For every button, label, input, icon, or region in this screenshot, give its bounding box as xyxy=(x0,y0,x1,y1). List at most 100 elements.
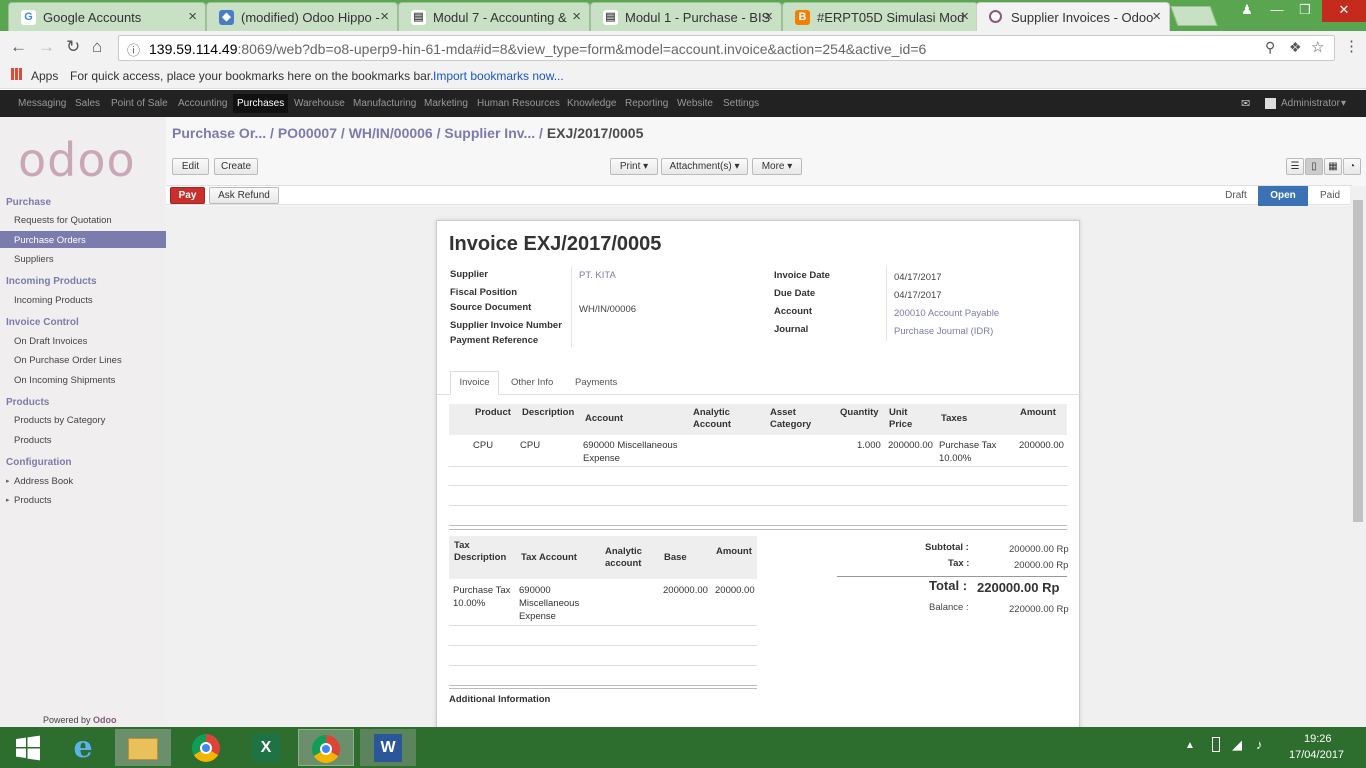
back-icon[interactable]: ← xyxy=(10,37,27,57)
menu-human-resources[interactable]: Human Resources xyxy=(477,98,560,109)
page-scrollbar[interactable] xyxy=(1350,186,1366,727)
browser-tab-active[interactable]: Supplier Invoices - Odoo × xyxy=(976,2,1170,32)
home-icon[interactable]: ⌂ xyxy=(92,37,102,57)
menu-purchases[interactable]: Purchases xyxy=(233,94,289,113)
menu-sales[interactable]: Sales xyxy=(75,98,100,109)
sidebar-item-on-purchase-order-lines[interactable]: On Purchase Order Lines xyxy=(14,355,122,366)
journal-value[interactable]: Purchase Journal (IDR) xyxy=(894,326,993,337)
menu-marketing[interactable]: Marketing xyxy=(424,98,468,109)
sidebar-item-purchase-orders[interactable]: Purchase Orders xyxy=(14,235,86,246)
chrome-icon[interactable] xyxy=(178,729,234,766)
internet-explorer-icon[interactable]: e xyxy=(55,729,111,766)
file-explorer-icon[interactable] xyxy=(115,729,171,766)
chrome-active-icon[interactable] xyxy=(298,729,354,766)
menu-icon[interactable]: ⋮ xyxy=(1344,37,1359,55)
sidebar-item-products-by-category[interactable]: Products by Category xyxy=(14,415,105,426)
tab-payments[interactable]: Payments xyxy=(575,377,617,388)
odoo-logo[interactable]: odoo xyxy=(18,133,136,187)
caret-down-icon: ▾ xyxy=(734,161,740,172)
menu-point-of-sale[interactable]: Point of Sale xyxy=(111,98,168,109)
url-field[interactable]: ⓘ 139.59.114.49:8069/web?db=o8-uperp9-hi… xyxy=(118,35,1335,61)
apps-link[interactable]: Apps xyxy=(31,69,58,83)
browser-tab[interactable]: ▤ Modul 1 - Purchase - BIS × xyxy=(590,2,782,31)
menu-messaging[interactable]: Messaging xyxy=(18,98,66,109)
tray-expand-icon[interactable]: ▲ xyxy=(1185,740,1195,751)
signal-icon[interactable]: ◢ xyxy=(1232,737,1242,753)
expand-icon[interactable]: ▸ xyxy=(6,496,10,504)
menu-manufacturing[interactable]: Manufacturing xyxy=(353,98,416,109)
close-icon[interactable]: × xyxy=(1152,8,1161,25)
stage-draft[interactable]: Draft xyxy=(1214,186,1258,206)
breadcrumb-item[interactable]: Purchase Or... xyxy=(172,125,266,141)
sidebar-item-incoming-products[interactable]: Incoming Products xyxy=(14,295,93,306)
create-button[interactable]: Create xyxy=(214,158,258,175)
form-view-icon[interactable]: ▯ xyxy=(1305,158,1323,175)
close-icon[interactable]: × xyxy=(380,8,389,25)
minimize-icon[interactable]: — xyxy=(1262,0,1292,22)
sidebar-item-products[interactable]: Products xyxy=(14,435,52,446)
sidebar-item-address-book[interactable]: Address Book xyxy=(14,476,73,487)
pay-button[interactable]: Pay xyxy=(170,187,205,204)
stage-open[interactable]: Open xyxy=(1258,186,1308,206)
chat-icon[interactable]: ✉ xyxy=(1241,97,1250,110)
print-dropdown[interactable]: Print ▾ xyxy=(610,158,658,175)
more-dropdown[interactable]: More ▾ xyxy=(752,158,802,175)
calendar-view-icon[interactable]: ▦ xyxy=(1324,158,1342,175)
maximize-icon[interactable]: ❐ xyxy=(1290,0,1320,22)
new-tab-button[interactable] xyxy=(1170,6,1218,26)
breadcrumb-item[interactable]: PO00007 xyxy=(278,125,337,141)
volume-icon[interactable]: ♪ xyxy=(1256,737,1263,752)
reload-icon[interactable]: ↻ xyxy=(66,37,80,57)
close-icon[interactable]: × xyxy=(572,8,581,25)
menu-accounting[interactable]: Accounting xyxy=(178,98,227,109)
menu-warehouse[interactable]: Warehouse xyxy=(294,98,345,109)
close-icon[interactable]: × xyxy=(764,8,773,25)
supplier-value[interactable]: PT. KITA xyxy=(579,270,616,281)
excel-icon[interactable]: X xyxy=(238,729,294,766)
breadcrumb-item[interactable]: Supplier Inv... xyxy=(444,125,535,141)
attachments-dropdown[interactable]: Attachment(s) ▾ xyxy=(661,158,748,175)
tab-invoice[interactable]: Invoice xyxy=(450,371,499,395)
sidebar-item-suppliers[interactable]: Suppliers xyxy=(14,254,54,265)
word-icon[interactable]: W xyxy=(360,729,416,766)
browser-tab[interactable]: G Google Accounts × xyxy=(8,2,206,31)
forward-icon[interactable]: → xyxy=(38,37,55,57)
browser-tab[interactable]: ▤ Modul 7 - Accounting & × xyxy=(398,2,590,31)
close-window-icon[interactable]: ✕ xyxy=(1322,0,1366,22)
caret-down-icon[interactable]: ▾ xyxy=(1341,98,1346,109)
sidebar-item-on-incoming-shipments[interactable]: On Incoming Shipments xyxy=(14,375,115,386)
menu-reporting[interactable]: Reporting xyxy=(625,98,668,109)
zoom-icon[interactable]: ⚲ xyxy=(1265,39,1275,56)
account-value[interactable]: 200010 Account Payable xyxy=(894,308,999,319)
list-view-icon[interactable]: ☰ xyxy=(1286,158,1304,175)
import-bookmarks-link[interactable]: Import bookmarks now... xyxy=(433,69,564,83)
info-icon[interactable]: ⓘ xyxy=(127,40,140,59)
close-icon[interactable]: × xyxy=(188,8,197,25)
menu-knowledge[interactable]: Knowledge xyxy=(567,98,616,109)
scrollbar-thumb[interactable] xyxy=(1353,200,1363,522)
menu-settings[interactable]: Settings xyxy=(723,98,759,109)
clock-date[interactable]: 17/04/2017 xyxy=(1289,749,1344,761)
user-menu[interactable]: Administrator xyxy=(1281,98,1340,109)
windows-start-icon[interactable] xyxy=(0,729,56,766)
apps-icon[interactable] xyxy=(11,68,23,80)
sidebar-item-config-products[interactable]: Products xyxy=(14,495,52,506)
stage-paid[interactable]: Paid xyxy=(1308,186,1352,206)
sidebar-item-on-draft-invoices[interactable]: On Draft Invoices xyxy=(14,336,87,347)
ask-refund-button[interactable]: Ask Refund xyxy=(209,187,279,204)
tab-other-info[interactable]: Other Info xyxy=(511,377,553,388)
graph-view-icon[interactable]: ◔ xyxy=(1343,158,1361,175)
sidebar-item-requests-for-quotation[interactable]: Requests for Quotation xyxy=(14,215,112,226)
menu-website[interactable]: Website xyxy=(677,98,713,109)
battery-icon[interactable] xyxy=(1212,737,1220,752)
expand-icon[interactable]: ▸ xyxy=(6,477,10,485)
browser-tab[interactable]: B #ERPT05D Simulasi Mod × xyxy=(782,2,978,31)
pin-icon[interactable]: ❖ xyxy=(1289,39,1302,56)
breadcrumb-item[interactable]: WH/IN/00006 xyxy=(349,125,433,141)
edit-button[interactable]: Edit xyxy=(172,158,209,175)
user-icon[interactable]: ♟ xyxy=(1232,0,1262,22)
close-icon[interactable]: × xyxy=(960,8,969,25)
clock-time[interactable]: 19:26 xyxy=(1304,733,1332,745)
browser-tab[interactable]: ◆ (modified) Odoo Hippo - × xyxy=(206,2,398,31)
star-icon[interactable]: ☆ xyxy=(1311,38,1324,56)
